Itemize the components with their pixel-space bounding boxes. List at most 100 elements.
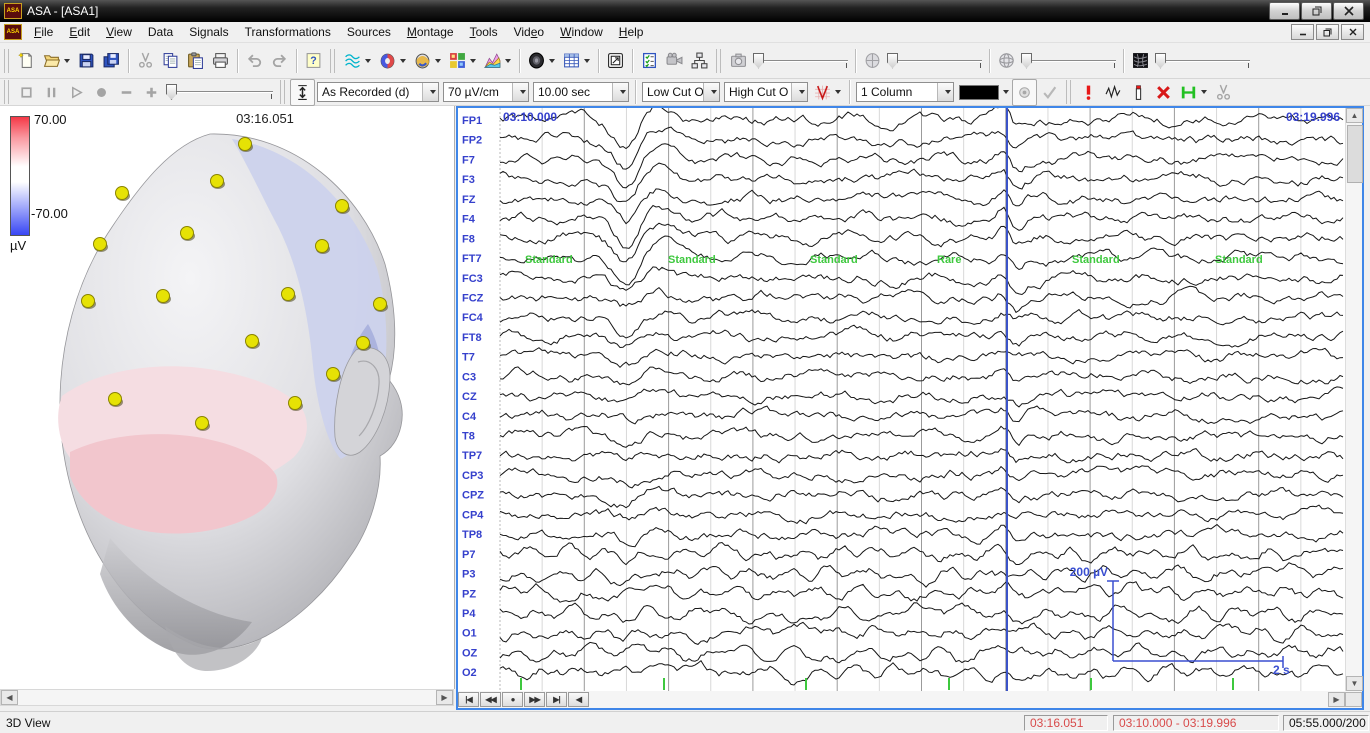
expand-window-button[interactable]	[603, 47, 628, 74]
menu-sources[interactable]: Sources	[339, 23, 399, 41]
color-maps-button[interactable]	[445, 47, 480, 74]
chevron-down-icon[interactable]	[400, 59, 406, 63]
open-folder-button[interactable]	[39, 47, 74, 74]
flowchart-button[interactable]	[687, 47, 712, 74]
table-grid-button[interactable]	[559, 47, 594, 74]
columns-select[interactable]: 1 Column	[856, 82, 954, 102]
electrode-marker[interactable]	[116, 187, 129, 200]
chevron-down-icon[interactable]	[703, 83, 719, 101]
electrode-marker[interactable]	[196, 417, 209, 430]
go-last-button[interactable]: ▶|	[546, 692, 567, 707]
vscroll-thumb[interactable]	[1347, 125, 1363, 183]
head-3d-model[interactable]	[0, 106, 454, 689]
high-cut-select[interactable]: High Cut O	[724, 82, 808, 102]
toolbar-slider[interactable]	[885, 50, 985, 72]
hscroll-track[interactable]	[590, 692, 1328, 707]
paste-button[interactable]	[183, 47, 208, 74]
scroll-left-button[interactable]: ◀	[568, 692, 589, 707]
play-pause-button[interactable]: ●	[502, 692, 523, 707]
toolbar-grip[interactable]	[4, 49, 9, 73]
menu-file[interactable]: File	[26, 23, 61, 41]
fast-backward-button[interactable]: ◀◀	[480, 692, 501, 707]
chevron-down-icon[interactable]	[64, 59, 70, 63]
help-button[interactable]: ?	[301, 47, 326, 74]
slider-thumb[interactable]	[753, 53, 764, 69]
electrode-marker[interactable]	[109, 393, 122, 406]
head-map-top-button[interactable]	[410, 47, 445, 74]
electrode-marker[interactable]	[357, 337, 370, 350]
menu-edit[interactable]: Edit	[61, 23, 98, 41]
chevron-down-icon[interactable]	[512, 83, 528, 101]
electrode-marker[interactable]	[157, 290, 170, 303]
timebase-select[interactable]: 10.00 sec	[533, 82, 629, 102]
restore-button[interactable]	[1301, 2, 1332, 20]
signal-waves-button[interactable]	[340, 47, 375, 74]
electrode-marker[interactable]	[239, 138, 252, 151]
electrode-marker[interactable]	[289, 397, 302, 410]
delete-x-button[interactable]	[1151, 79, 1176, 106]
mdi-restore-button[interactable]	[1316, 24, 1339, 40]
chevron-down-icon[interactable]	[937, 83, 953, 101]
area-chart-button[interactable]	[480, 47, 515, 74]
electrode-marker[interactable]	[327, 368, 340, 381]
toolbar-slider[interactable]	[1153, 50, 1253, 72]
menu-transformations[interactable]: Transformations	[237, 23, 339, 41]
toolbar-grip[interactable]	[716, 49, 721, 73]
menu-view[interactable]: View	[98, 23, 140, 41]
menu-video[interactable]: Video	[506, 23, 553, 41]
3d-view[interactable]: 70.00 -70.00 µV 03:16.051	[0, 106, 455, 689]
copy-button[interactable]	[158, 47, 183, 74]
new-document-button[interactable]	[14, 47, 39, 74]
menu-help[interactable]: Help	[611, 23, 652, 41]
close-button[interactable]	[1333, 2, 1364, 20]
chevron-down-icon[interactable]	[1201, 90, 1207, 94]
fast-forward-button[interactable]: ▶▶	[524, 692, 545, 707]
chevron-down-icon[interactable]	[435, 59, 441, 63]
exclaim-button[interactable]	[1076, 79, 1101, 106]
scroll-right-button[interactable]: ▶	[436, 690, 453, 705]
scroll-up-button[interactable]: ▲	[1346, 108, 1363, 123]
trace-color-button[interactable]	[956, 80, 1012, 104]
display-mode-select[interactable]: As Recorded (d)	[317, 82, 439, 102]
slider-thumb[interactable]	[1021, 53, 1032, 69]
slider-thumb[interactable]	[166, 84, 177, 100]
toolbar-slider[interactable]	[751, 50, 851, 72]
document-icon[interactable]: ASA	[4, 24, 22, 40]
electrode-marker[interactable]	[181, 227, 194, 240]
menu-signals[interactable]: Signals	[181, 23, 236, 41]
checklist-button[interactable]	[637, 47, 662, 74]
slider-thumb[interactable]	[887, 53, 898, 69]
print-button[interactable]	[208, 47, 233, 74]
chevron-down-icon[interactable]	[791, 83, 807, 101]
save-all-button[interactable]	[99, 47, 124, 74]
sensitivity-select[interactable]: 70 µV/cm	[443, 82, 529, 102]
scroll-down-button[interactable]: ▼	[1346, 676, 1363, 691]
chevron-down-icon[interactable]	[470, 59, 476, 63]
fit-vertical-button[interactable]	[290, 79, 315, 106]
slider-thumb[interactable]	[1155, 53, 1166, 69]
chevron-down-icon[interactable]	[584, 59, 590, 63]
electrode-marker[interactable]	[246, 335, 259, 348]
electrode-marker[interactable]	[316, 240, 329, 253]
toolbar-slider[interactable]	[164, 81, 276, 103]
notch-filter-button[interactable]	[810, 79, 845, 106]
toolbar-grip[interactable]	[1066, 80, 1071, 104]
eeg-vscrollbar[interactable]: ▲ ▼	[1345, 108, 1362, 691]
eeg-traces[interactable]: FP1FP2F7F3FZF4F8FT7FC3FCZFC4FT8T7C3CZC4T…	[458, 108, 1345, 691]
menu-tools[interactable]: Tools	[462, 23, 506, 41]
waveform-button[interactable]	[1101, 79, 1126, 106]
head-map-front-button[interactable]	[375, 47, 410, 74]
3d-view-hscrollbar[interactable]: ◀ ▶	[0, 689, 454, 706]
toolbar-grip[interactable]	[280, 80, 285, 104]
electrode-marker[interactable]	[282, 288, 295, 301]
marker-pin-button[interactable]	[1126, 79, 1151, 106]
electrode-marker[interactable]	[94, 238, 107, 251]
chevron-down-icon[interactable]	[365, 59, 371, 63]
toolbar-grip[interactable]	[4, 80, 9, 104]
scroll-left-button[interactable]: ◀	[1, 690, 18, 705]
chevron-down-icon[interactable]	[835, 90, 841, 94]
minimize-button[interactable]	[1269, 2, 1300, 20]
event-h-button[interactable]	[1176, 79, 1211, 106]
head-dark-button[interactable]	[524, 47, 559, 74]
chevron-down-icon[interactable]	[422, 83, 438, 101]
